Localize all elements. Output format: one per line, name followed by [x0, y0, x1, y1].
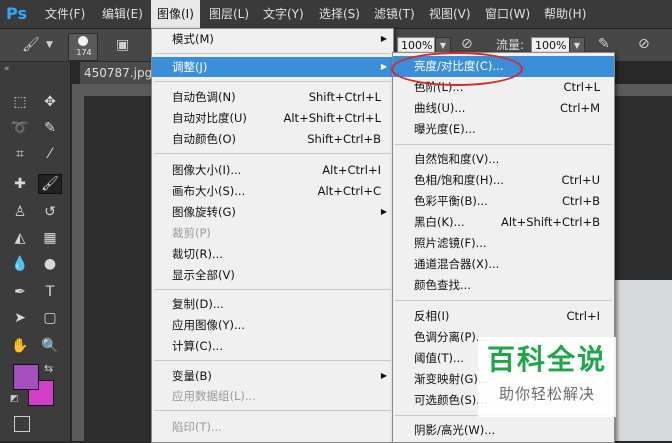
menu-item-image-rotation[interactable]: 图像旋转(G) ▶	[152, 202, 393, 222]
quick-select-tool-icon[interactable]: ✎	[38, 118, 62, 138]
airbrush-icon[interactable]: ✎	[598, 35, 610, 53]
menu-item-auto-tone[interactable]: 自动色调(N) Shift+Ctrl+L	[152, 87, 393, 107]
menu-separator	[154, 410, 391, 411]
brush-panel-icon[interactable]: ▣	[116, 36, 129, 54]
menu-item-duplicate[interactable]: 复制(D)...	[152, 294, 393, 314]
menu-item-black-white[interactable]: 黑白(K)... Alt+Shift+Ctrl+B	[393, 212, 614, 233]
history-brush-tool-icon[interactable]: ↺	[38, 202, 62, 222]
menu-item-mode[interactable]: 模式(M) ▶	[152, 29, 393, 49]
menu-item-reveal-all[interactable]: 显示全部(V)	[152, 265, 393, 285]
default-colors-icon[interactable]: ◩	[10, 394, 19, 404]
hand-tool-icon[interactable]: ✋	[8, 336, 32, 356]
zoom-tool-icon[interactable]: 🔍	[38, 336, 62, 356]
menu-item-color-lookup[interactable]: 颜色查找...	[393, 275, 614, 296]
menu-separator	[154, 360, 391, 361]
submenu-arrow-icon: ▶	[380, 207, 387, 216]
menu-item-canvas-size[interactable]: 画布大小(S)... Alt+Ctrl+C	[152, 181, 393, 201]
document-tab[interactable]: 450787.jpg	[80, 62, 154, 84]
menu-separator	[395, 300, 612, 301]
menu-layer[interactable]: 图层(L)	[203, 0, 255, 28]
brush-preset-picker[interactable]: 174	[68, 33, 98, 61]
submenu-arrow-icon: ▶	[380, 62, 387, 71]
toolbox: « ⬚ ✥ ➰ ✎ ⌗ ⁄ ✚ 🖌 ♙ ↺ ◭ ▦ 💧 ● ✒ T ➤ ▢ ✋ …	[0, 62, 71, 441]
menu-item-photo-filter[interactable]: 照片滤镜(F)...	[393, 233, 614, 254]
menu-separator	[154, 153, 391, 154]
menu-item-crop: 裁剪(P)	[172, 226, 211, 240]
menu-item-auto-color[interactable]: 自动颜色(O) Shift+Ctrl+B	[152, 129, 393, 149]
eraser-tool-icon[interactable]: ◭	[8, 228, 32, 248]
menu-separator	[154, 81, 391, 82]
foreground-color-swatch[interactable]	[13, 364, 39, 390]
collapse-icon[interactable]: «	[4, 64, 10, 74]
menu-item-curves[interactable]: 曲线(U)... Ctrl+M	[393, 98, 614, 119]
pen-tool-icon[interactable]: ✒	[8, 282, 32, 302]
pressure-size-icon[interactable]: ⊘	[638, 35, 650, 53]
menu-item-variables[interactable]: 变量(B) ▶	[152, 366, 393, 386]
dodge-tool-icon[interactable]: ●	[38, 254, 62, 274]
crop-tool-icon[interactable]: ⌗	[8, 144, 32, 164]
flow-label: 流量:	[496, 38, 525, 52]
gradient-tool-icon[interactable]: ▦	[38, 228, 62, 248]
brush-tool-icon[interactable]: 🖌	[22, 36, 40, 54]
menu-separator	[154, 53, 391, 54]
menu-item-invert[interactable]: 反相(I) Ctrl+I	[393, 306, 614, 327]
menu-item-adjustments[interactable]: 调整(J) ▶	[152, 57, 393, 77]
brush-tip-icon	[78, 36, 88, 46]
marquee-tool-icon[interactable]: ⬚	[8, 92, 32, 112]
watermark-title: 百科全说	[486, 343, 607, 376]
menu-item-calculations[interactable]: 计算(C)...	[152, 336, 393, 356]
swap-colors-icon[interactable]: ⇆	[44, 362, 53, 375]
type-tool-icon[interactable]: T	[38, 282, 62, 302]
submenu-arrow-icon: ▶	[380, 34, 387, 43]
menu-select[interactable]: 选择(S)	[313, 0, 366, 28]
menu-separator	[395, 144, 612, 145]
menu-item-apply-data-set: 应用数据组(L)...	[172, 389, 256, 403]
document-image	[608, 280, 672, 441]
path-select-tool-icon[interactable]: ➤	[8, 308, 32, 328]
pressure-opacity-icon[interactable]: ⊘	[461, 35, 473, 53]
eyedropper-tool-icon[interactable]: ⁄	[38, 144, 62, 164]
menu-file[interactable]: 文件(F)	[39, 0, 91, 28]
brush-tool-icon[interactable]: 🖌	[38, 174, 62, 194]
menu-help[interactable]: 帮助(H)	[538, 0, 592, 28]
menu-window[interactable]: 窗口(W)	[479, 0, 536, 28]
submenu-arrow-icon: ▶	[380, 371, 387, 380]
healing-brush-tool-icon[interactable]: ✚	[8, 174, 32, 194]
menu-item-color-balance[interactable]: 色彩平衡(B)... Ctrl+B	[393, 191, 614, 212]
menu-item-apply-image[interactable]: 应用图像(Y)...	[152, 315, 393, 335]
chevron-down-icon[interactable]: ▼	[46, 36, 53, 54]
menu-filter[interactable]: 滤镜(T)	[368, 0, 421, 28]
clone-stamp-tool-icon[interactable]: ♙	[8, 202, 32, 222]
menu-item-vibrance[interactable]: 自然饱和度(V)...	[393, 149, 614, 170]
blur-tool-icon[interactable]: 💧	[8, 254, 32, 274]
menu-item-channel-mixer[interactable]: 通道混合器(X)...	[393, 254, 614, 275]
menu-item-exposure[interactable]: 曝光度(E)...	[393, 119, 614, 140]
menu-bar: Ps 文件(F) 编辑(E) 图像(I) 图层(L) 文字(Y) 选择(S) 滤…	[0, 0, 672, 29]
annotation-ellipse	[391, 52, 523, 86]
menu-edit[interactable]: 编辑(E)	[96, 0, 149, 28]
menu-separator	[154, 289, 391, 290]
menu-image[interactable]: 图像(I)	[151, 0, 200, 28]
ruler-vertical	[72, 96, 84, 441]
quick-mask-icon[interactable]	[14, 416, 30, 432]
lasso-tool-icon[interactable]: ➰	[8, 118, 32, 138]
menu-item-trim[interactable]: 裁切(R)...	[152, 244, 393, 264]
menu-type[interactable]: 文字(Y)	[257, 0, 310, 28]
menu-view[interactable]: 视图(V)	[423, 0, 477, 28]
image-menu-dropdown: 模式(M) ▶ 调整(J) ▶ 自动色调(N) Shift+Ctrl+L 自动对比度(…	[151, 28, 394, 443]
photoshop-logo: Ps	[6, 4, 27, 23]
shape-tool-icon[interactable]: ▢	[38, 308, 62, 328]
brush-size-value: 174	[76, 48, 92, 57]
menu-item-auto-contrast[interactable]: 自动对比度(U) Alt+Shift+Ctrl+L	[152, 108, 393, 128]
menu-item-hue-saturation[interactable]: 色相/饱和度(H)... Ctrl+U	[393, 170, 614, 191]
menu-item-shadows-highlights[interactable]: 阴影/高光(W)...	[393, 420, 614, 441]
watermark-subtitle: 助你轻松解决	[498, 385, 595, 403]
menu-item-trap: 陷印(T)...	[172, 420, 222, 434]
menu-item-image-size[interactable]: 图像大小(I)... Alt+Ctrl+I	[152, 160, 393, 180]
move-tool-icon[interactable]: ✥	[38, 92, 62, 112]
